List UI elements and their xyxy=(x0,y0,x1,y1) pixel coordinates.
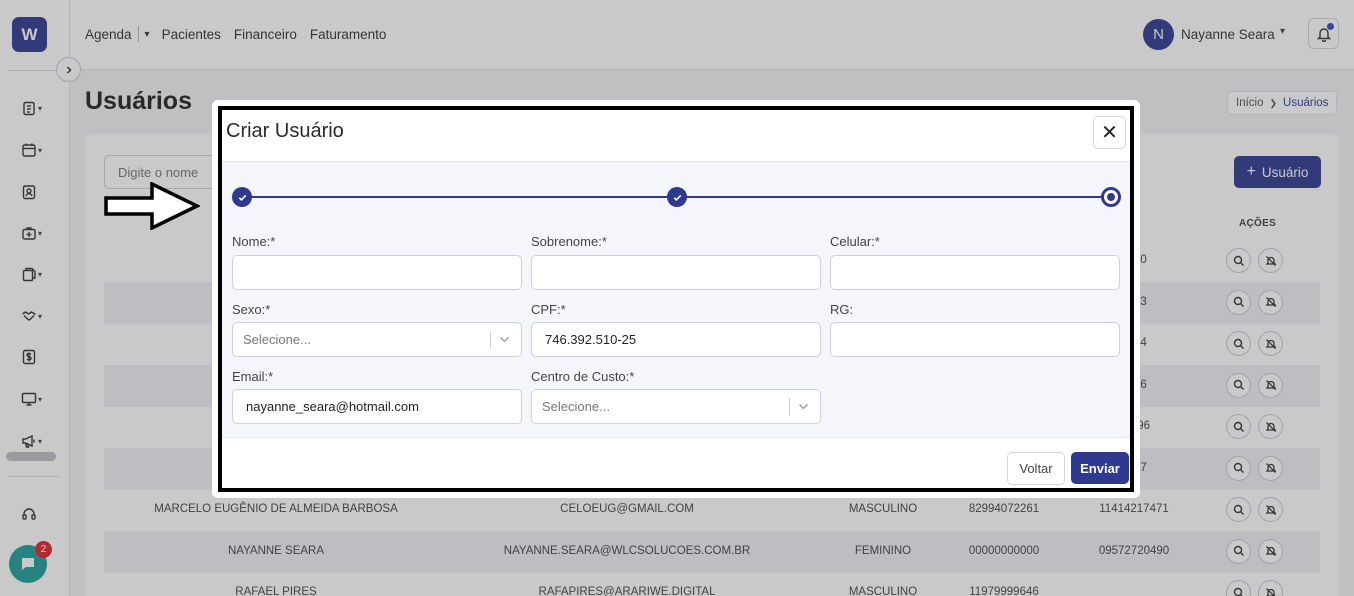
sexo-select-value: Selecione... xyxy=(243,332,311,347)
chevron-down-icon xyxy=(799,404,808,410)
modal-content: Criar Usuário ✕ Nome:* Sobrenome:* Celul… xyxy=(218,106,1134,492)
centro-custo-select-value: Selecione... xyxy=(542,399,610,414)
create-user-modal: Criar Usuário ✕ Nome:* Sobrenome:* Celul… xyxy=(212,100,1140,498)
modal-title: Criar Usuário xyxy=(226,120,344,142)
submit-button[interactable]: Enviar xyxy=(1071,452,1129,484)
select-divider xyxy=(789,398,790,416)
check-icon xyxy=(673,194,681,201)
email-label: Email:* xyxy=(232,369,274,384)
sobrenome-label: Sobrenome:* xyxy=(531,234,607,249)
cpf-label: CPF:* xyxy=(531,302,566,317)
close-icon: ✕ xyxy=(1101,122,1118,144)
celular-label: Celular:* xyxy=(830,234,880,249)
sexo-label: Sexo:* xyxy=(232,302,271,317)
rg-input[interactable] xyxy=(830,322,1120,357)
celular-input[interactable] xyxy=(830,255,1120,290)
arrow-annotation-icon xyxy=(104,182,200,230)
check-icon xyxy=(238,194,246,201)
rg-label: RG: xyxy=(830,302,854,317)
step-1-complete[interactable] xyxy=(232,187,252,207)
step-3-current[interactable] xyxy=(1101,187,1121,207)
email-field[interactable]: nayanne_seara@hotmail.com xyxy=(232,389,522,424)
modal-footer: Voltar Enviar xyxy=(222,437,1130,488)
select-divider xyxy=(490,331,491,349)
modal-header: Criar Usuário ✕ xyxy=(222,110,1130,162)
close-button[interactable]: ✕ xyxy=(1093,116,1126,149)
cpf-input[interactable]: 746.392.510-25 xyxy=(531,322,821,357)
centro-custo-select[interactable]: Selecione... xyxy=(531,389,821,424)
nome-input[interactable] xyxy=(232,255,522,290)
centro-custo-label: Centro de Custo:* xyxy=(531,369,635,384)
nome-label: Nome:* xyxy=(232,234,276,249)
step-2-complete[interactable] xyxy=(667,187,687,207)
back-button[interactable]: Voltar xyxy=(1007,452,1065,485)
sexo-select[interactable]: Selecione... xyxy=(232,322,522,357)
sobrenome-input[interactable] xyxy=(531,255,821,290)
chevron-down-icon xyxy=(500,337,509,343)
step-current-dot xyxy=(1107,193,1115,201)
